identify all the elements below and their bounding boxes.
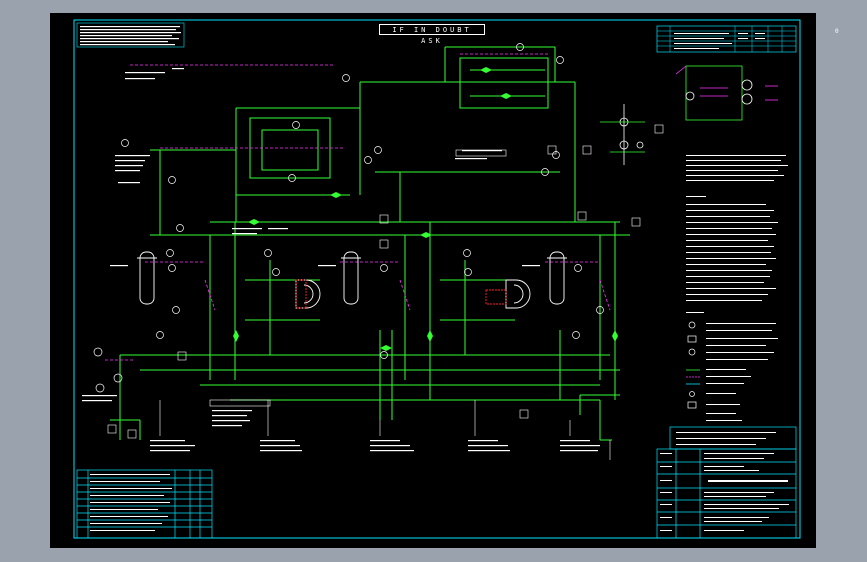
note-block-top-left [76, 22, 185, 48]
line-list-table [76, 469, 213, 539]
piping-diagram [73, 19, 801, 539]
vessel-icon [139, 251, 155, 305]
general-notes [686, 155, 788, 301]
line-labels [82, 68, 600, 452]
detail-loop-right [675, 65, 778, 121]
valve-icon [248, 219, 254, 225]
inner-border [73, 19, 801, 539]
process-lines [110, 46, 630, 441]
vessel-icon [549, 251, 565, 305]
instrument-detail [600, 104, 645, 165]
valves [233, 67, 618, 351]
title-block [656, 426, 797, 539]
signal-lines [105, 53, 611, 361]
vessels [137, 251, 567, 305]
heat-exchanger-icon [505, 279, 531, 309]
heat-exchanger-icon [295, 279, 321, 309]
legend [686, 312, 778, 421]
heat-exchangers [295, 279, 531, 309]
instrument-bubble-icon [121, 139, 129, 147]
vessel-icon [343, 251, 359, 305]
revision-table [656, 25, 797, 53]
